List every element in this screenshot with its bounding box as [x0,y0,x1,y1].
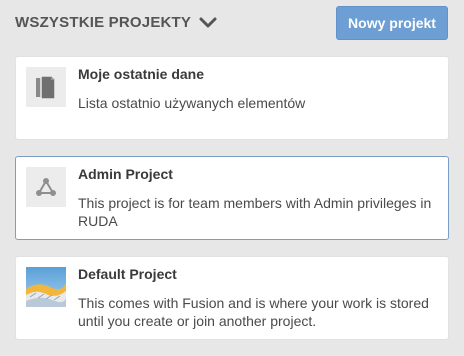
project-title: Default Project [78,266,177,282]
chevron-down-icon[interactable] [199,15,217,31]
recent-documents-icon [26,67,66,107]
project-card-admin[interactable]: Admin Project This project is for team m… [15,156,449,240]
project-title: Moje ostatnie dane [78,66,205,82]
projects-header: WSZYSTKIE PROJEKTY Nowy projekt [0,0,464,46]
project-description: This comes with Fusion and is where your… [78,295,429,329]
project-card-default[interactable]: Default Project This comes with Fusion a… [15,256,449,340]
new-project-button[interactable]: Nowy projekt [336,6,448,40]
project-title: Admin Project [78,166,173,182]
project-description: This project is for team members with Ad… [78,195,432,229]
project-description: Lista ostatnio używanych elementów [78,95,306,111]
header-title: WSZYSTKIE PROJEKTY [15,14,192,31]
project-card-recent[interactable]: Moje ostatnie dane Lista ostatnio używan… [15,56,449,140]
project-network-icon [26,167,66,207]
project-thumbnail-image [26,267,66,307]
